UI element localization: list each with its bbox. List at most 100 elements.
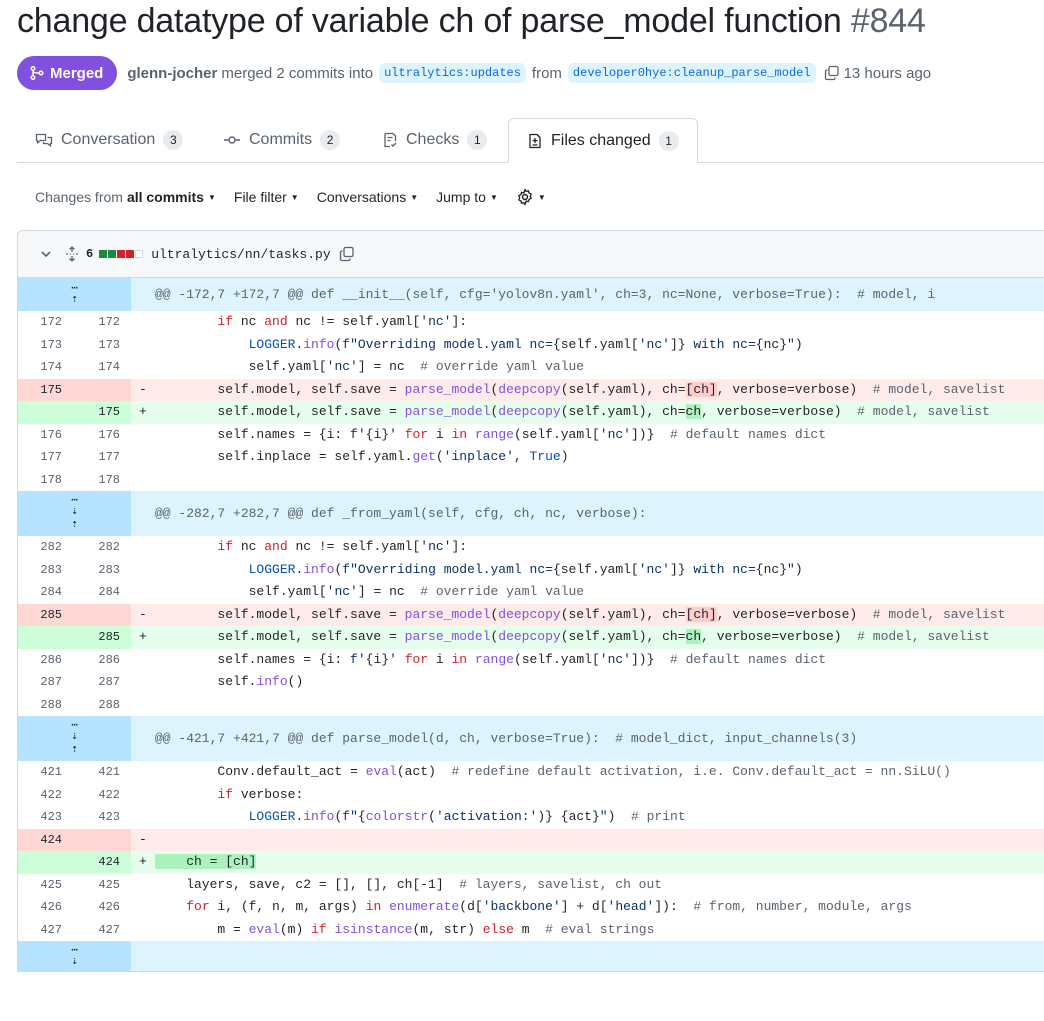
new-line-number[interactable]: 287 bbox=[80, 671, 120, 694]
expand-down-icon: ⋯ ⇣ bbox=[71, 495, 78, 518]
tab-checks[interactable]: Checks 1 bbox=[364, 118, 505, 162]
conversations-dropdown[interactable]: Conversations ▼ bbox=[317, 189, 418, 205]
old-line-number[interactable]: 421 bbox=[22, 761, 62, 784]
old-line-number[interactable]: 283 bbox=[22, 559, 62, 582]
expand-button[interactable]: ⋯ ⇣ ⇡ bbox=[18, 716, 131, 761]
base-branch[interactable]: ultralytics:updates bbox=[379, 63, 526, 83]
new-line-number[interactable]: 176 bbox=[80, 424, 120, 447]
old-line-number[interactable]: 287 bbox=[22, 671, 62, 694]
diff-line: 421 421 Conv.default_act = eval(act) # re… bbox=[18, 761, 1044, 784]
file-filter-dropdown[interactable]: File filter ▼ bbox=[234, 189, 299, 205]
diff-line-added: 424 + ch = [ch] bbox=[18, 851, 1044, 874]
old-line-number[interactable]: 177 bbox=[22, 446, 62, 469]
new-line-number[interactable]: 177 bbox=[80, 446, 120, 469]
expand-down-icon: ⋯ ⇣ bbox=[71, 944, 78, 968]
tab-conversation[interactable]: Conversation 3 bbox=[17, 118, 201, 162]
code-line: self.model, self.save = parse_model(deep… bbox=[155, 404, 990, 419]
old-line-number[interactable]: 285 bbox=[22, 604, 62, 627]
chevron-down-icon[interactable] bbox=[40, 248, 52, 260]
old-line-number[interactable]: 174 bbox=[22, 356, 62, 379]
code-line: m = eval(m) if isinstance(m, str) else m… bbox=[155, 921, 655, 937]
changes-count: 6 bbox=[86, 247, 94, 261]
tab-commits[interactable]: Commits 2 bbox=[205, 118, 358, 162]
unfold-icon[interactable] bbox=[64, 246, 80, 262]
hunk-footer: ⋯ ⇣ bbox=[18, 941, 1044, 971]
new-line-number[interactable]: 174 bbox=[80, 356, 120, 379]
old-line-number[interactable]: 176 bbox=[22, 424, 62, 447]
new-line-number[interactable]: 423 bbox=[80, 806, 120, 829]
jump-to-dropdown[interactable]: Jump to ▼ bbox=[436, 189, 498, 205]
copy-icon[interactable] bbox=[339, 246, 355, 262]
new-line-number[interactable]: 172 bbox=[80, 311, 120, 334]
new-line-number[interactable]: 425 bbox=[80, 874, 120, 897]
old-line-number[interactable]: 175 bbox=[22, 379, 62, 402]
old-line-number[interactable]: 282 bbox=[22, 536, 62, 559]
old-line-number[interactable]: 426 bbox=[22, 896, 62, 919]
pr-meta: Merged glenn-jocher merged 2 commits int… bbox=[17, 56, 931, 90]
settings-dropdown[interactable]: ▼ bbox=[516, 188, 546, 206]
caret-down-icon: ▼ bbox=[290, 192, 299, 202]
new-line-number[interactable]: 288 bbox=[80, 694, 120, 717]
old-line-number[interactable]: 178 bbox=[22, 469, 62, 492]
jump-to-label: Jump to bbox=[436, 189, 486, 205]
copy-icon[interactable] bbox=[824, 65, 840, 81]
changes-from-label: Changes from bbox=[35, 189, 123, 205]
hunk-header: ⋯ ⇡ @@ -172,7 +172,7 @@ def __init__(self… bbox=[18, 278, 1044, 311]
tab-label: Conversation bbox=[61, 131, 156, 148]
diff-line: 173 173 LOGGER.info(f"Overriding model.ya… bbox=[18, 334, 1044, 357]
old-line-number[interactable]: 425 bbox=[22, 874, 62, 897]
diff-marker: - bbox=[139, 606, 147, 622]
code-line: self.yaml['nc'] = nc # override yaml val… bbox=[155, 359, 585, 374]
code-line: if verbose: bbox=[217, 786, 304, 802]
old-line-number[interactable]: 288 bbox=[22, 694, 62, 717]
new-line-number[interactable]: 421 bbox=[80, 761, 120, 784]
new-line-number[interactable]: 173 bbox=[80, 334, 120, 357]
diff-line-deleted: 424 - bbox=[18, 828, 1044, 852]
expand-up-button[interactable]: ⋯ ⇡ bbox=[18, 278, 131, 311]
old-line-number[interactable]: 173 bbox=[22, 334, 62, 357]
head-branch[interactable]: developer0hye:cleanup_parse_model bbox=[567, 63, 816, 83]
author-link[interactable]: glenn-jocher bbox=[127, 65, 217, 82]
code-line: self.names = {i: f'{i}' for i in range(s… bbox=[155, 651, 827, 667]
new-line-number[interactable]: 285 bbox=[80, 626, 120, 649]
code-line: LOGGER.info(f"{colorstr('activation:')} … bbox=[248, 809, 686, 824]
new-line-number[interactable]: 178 bbox=[80, 469, 120, 492]
new-line-number[interactable]: 282 bbox=[80, 536, 120, 559]
old-line-number[interactable]: 286 bbox=[22, 649, 62, 672]
file-path[interactable]: ultralytics/nn/tasks.py bbox=[151, 247, 330, 262]
expand-up-icon: ⇡ bbox=[71, 519, 78, 531]
expand-down-button[interactable]: ⋯ ⇣ bbox=[18, 941, 131, 971]
diff-line: 284 284 self.yaml['nc'] = nc # override y… bbox=[18, 581, 1044, 604]
new-line-number[interactable]: 175 bbox=[80, 401, 120, 424]
old-line-number[interactable]: 424 bbox=[22, 829, 62, 852]
new-line-number[interactable]: 422 bbox=[80, 784, 120, 807]
pr-number: #844 bbox=[850, 2, 926, 40]
tab-files-changed[interactable]: Files changed 1 bbox=[508, 118, 698, 163]
old-line-number[interactable]: 422 bbox=[22, 784, 62, 807]
old-line-number[interactable]: 427 bbox=[22, 919, 62, 942]
diffstat-bar bbox=[99, 250, 144, 258]
new-line-number[interactable]: 283 bbox=[80, 559, 120, 582]
old-line-number[interactable]: 172 bbox=[22, 311, 62, 334]
diff-marker: + bbox=[139, 404, 147, 419]
new-line-number[interactable]: 284 bbox=[80, 581, 120, 604]
new-line-number[interactable]: 286 bbox=[80, 649, 120, 672]
diff-line: 286 286 self.names = {i: f'{i}' for i in … bbox=[18, 649, 1044, 672]
old-line-number[interactable]: 423 bbox=[22, 806, 62, 829]
new-line-number[interactable]: 424 bbox=[80, 851, 120, 874]
expand-button[interactable]: ⋯ ⇣ ⇡ bbox=[18, 491, 131, 536]
from-text: from bbox=[531, 64, 562, 82]
diff-marker: + bbox=[139, 854, 147, 869]
old-line-number[interactable]: 284 bbox=[22, 581, 62, 604]
time-ago: 13 hours ago bbox=[843, 64, 932, 82]
diffstat-block bbox=[126, 250, 135, 258]
diff-line: 177 177 self.inplace = self.yaml.get('inp… bbox=[18, 446, 1044, 469]
new-line-number[interactable]: 427 bbox=[80, 919, 120, 942]
new-line-number[interactable]: 426 bbox=[80, 896, 120, 919]
changes-from-dropdown[interactable]: Changes from all commits ▼ bbox=[35, 189, 216, 205]
tab-label: Commits bbox=[249, 131, 313, 148]
caret-down-icon: ▼ bbox=[207, 192, 216, 202]
diffstat-block bbox=[117, 250, 126, 258]
tab-counter: 1 bbox=[467, 130, 488, 150]
